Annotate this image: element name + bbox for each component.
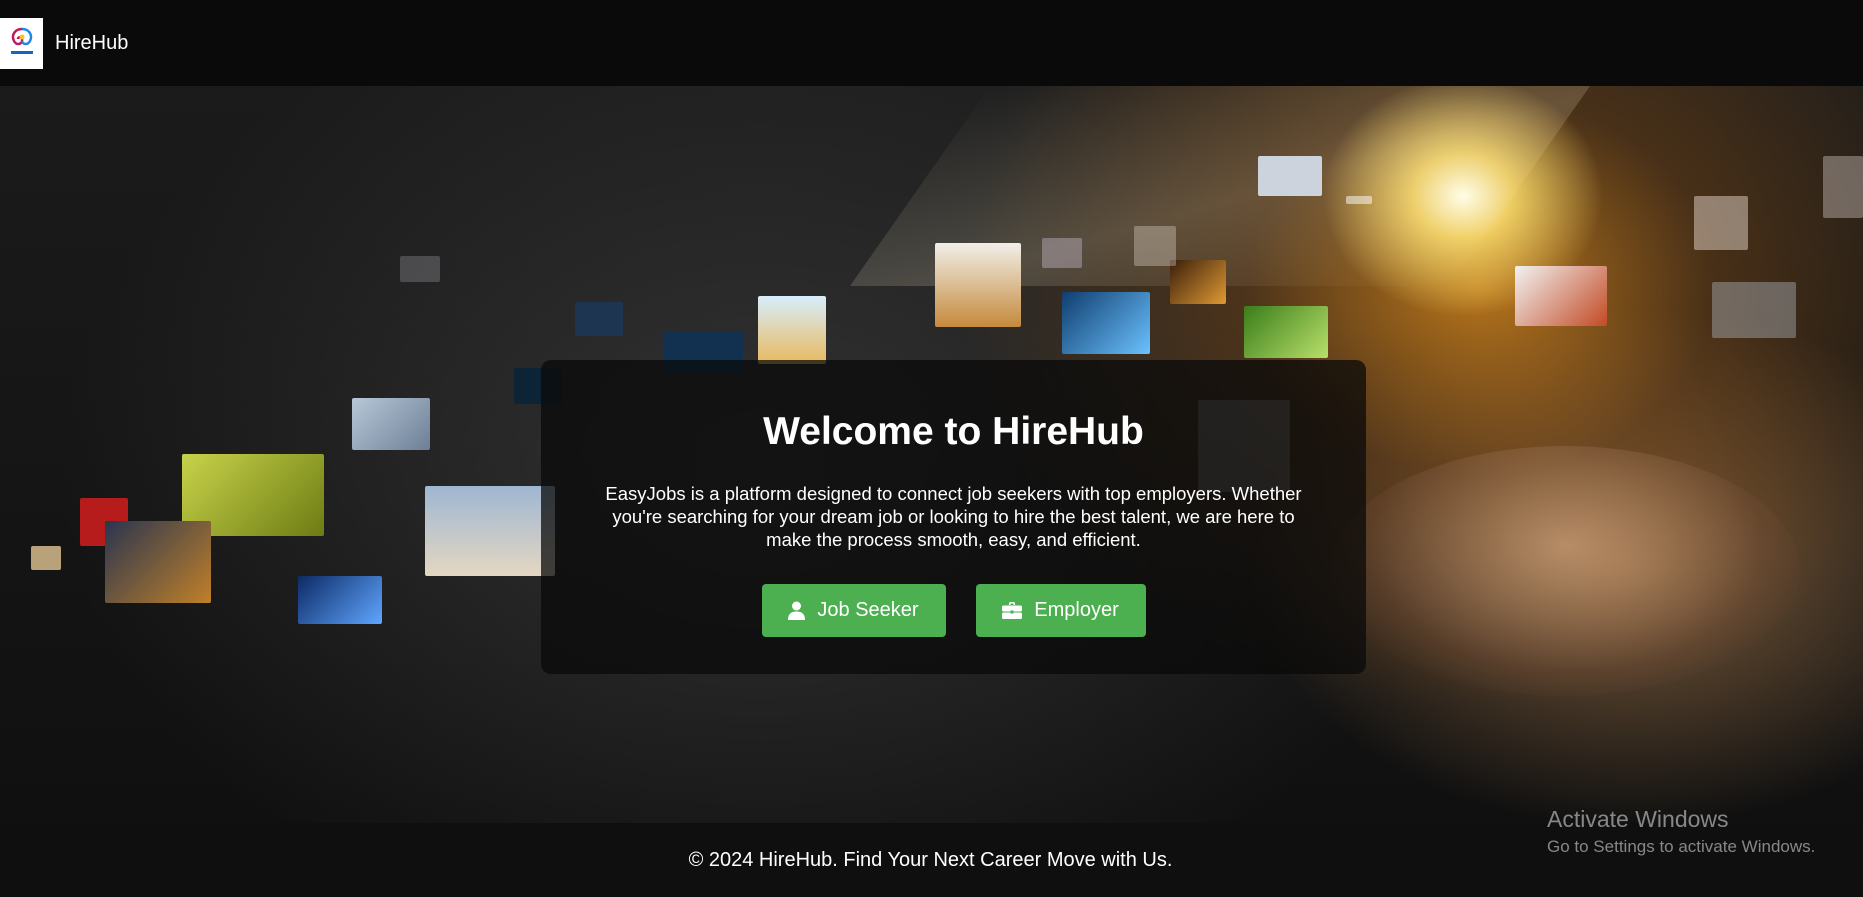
floating-image bbox=[1694, 196, 1748, 250]
job-seeker-button[interactable]: Job Seeker bbox=[761, 584, 946, 637]
employer-button[interactable]: Employer bbox=[975, 584, 1146, 637]
logo-icon bbox=[10, 27, 33, 54]
floating-image bbox=[1062, 292, 1150, 354]
welcome-card: Welcome to HireHub EasyJobs is a platfor… bbox=[541, 360, 1366, 674]
floating-image bbox=[31, 546, 61, 570]
floating-image bbox=[352, 398, 430, 450]
floating-image bbox=[105, 521, 211, 603]
top-navbar: HireHub bbox=[0, 0, 1863, 86]
floating-image bbox=[1170, 260, 1226, 304]
windows-activation-watermark: Activate Windows Go to Settings to activ… bbox=[1547, 806, 1815, 857]
role-buttons: Job Seeker Employer bbox=[541, 584, 1366, 637]
platform-description: EasyJobs is a platform designed to conne… bbox=[605, 483, 1302, 550]
open-hand-image bbox=[1330, 446, 1800, 696]
floating-image bbox=[1258, 156, 1322, 196]
floating-image bbox=[1712, 282, 1796, 338]
employer-label: Employer bbox=[1034, 599, 1119, 621]
floating-image bbox=[1823, 156, 1863, 218]
watermark-title: Activate Windows bbox=[1547, 806, 1729, 832]
footer-text: © 2024 HireHub. Find Your Next Career Mo… bbox=[688, 848, 1173, 871]
floating-image bbox=[1515, 266, 1607, 326]
welcome-title: Welcome to HireHub bbox=[763, 410, 1144, 453]
user-icon bbox=[788, 601, 806, 620]
floating-image bbox=[1134, 226, 1176, 266]
floating-image bbox=[400, 256, 440, 282]
floating-image bbox=[298, 576, 382, 624]
floating-image bbox=[935, 243, 1021, 327]
floating-image bbox=[575, 302, 623, 336]
hirehub-logo[interactable] bbox=[0, 17, 43, 69]
floating-image bbox=[1042, 238, 1082, 268]
watermark-subtitle: Go to Settings to activate Windows. bbox=[1547, 837, 1816, 856]
floating-image bbox=[1346, 196, 1372, 204]
briefcase-icon bbox=[1002, 602, 1023, 619]
floating-image bbox=[1244, 306, 1328, 358]
brand-name[interactable]: HireHub bbox=[55, 32, 128, 55]
floating-image bbox=[758, 296, 826, 364]
floating-image bbox=[425, 486, 555, 576]
job-seeker-label: Job Seeker bbox=[817, 599, 919, 621]
